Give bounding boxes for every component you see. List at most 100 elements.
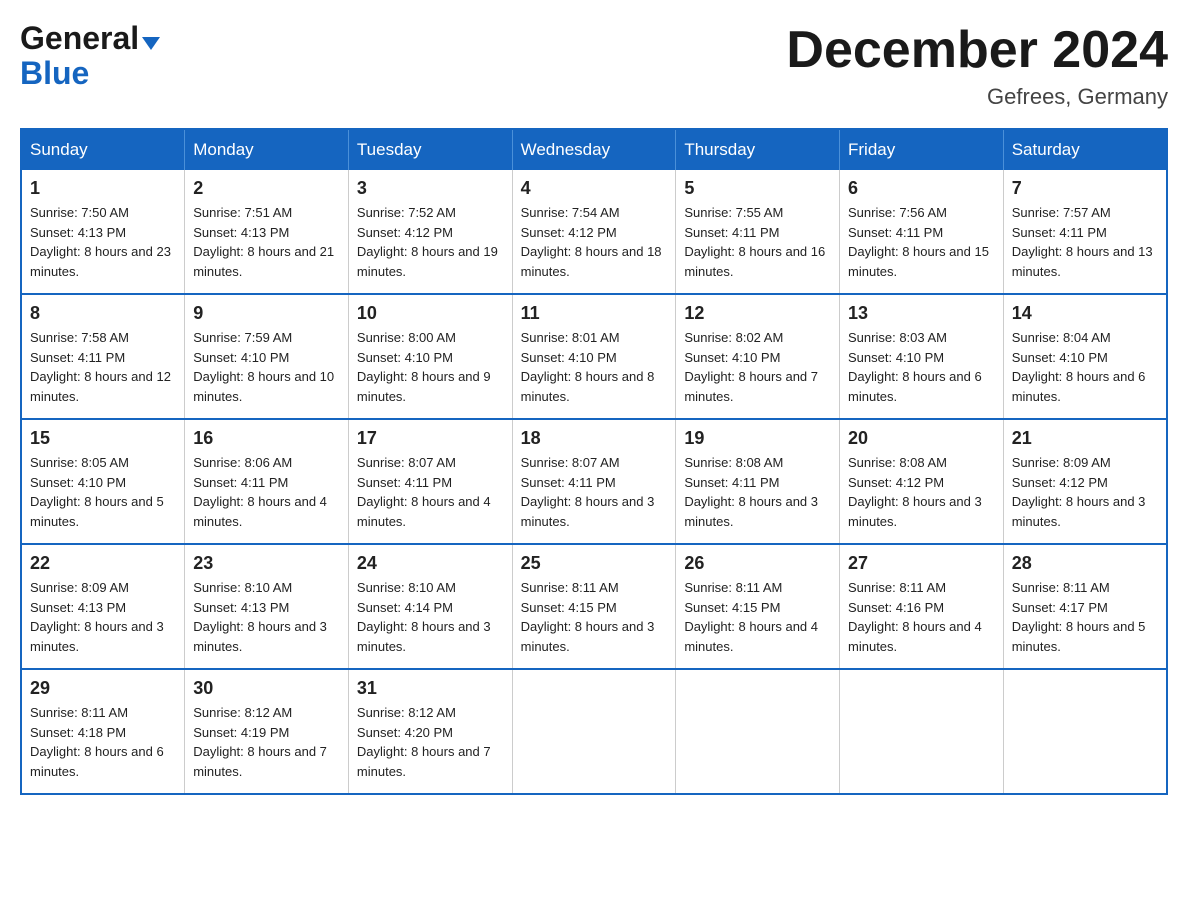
- day-info: Sunrise: 7:54 AMSunset: 4:12 PMDaylight:…: [521, 203, 668, 281]
- calendar-cell: 30Sunrise: 8:12 AMSunset: 4:19 PMDayligh…: [185, 669, 349, 794]
- day-info: Sunrise: 7:58 AMSunset: 4:11 PMDaylight:…: [30, 328, 176, 406]
- calendar-week-row: 1 Sunrise: 7:50 AMSunset: 4:13 PMDaylight…: [21, 170, 1167, 294]
- day-info: Sunrise: 8:11 AMSunset: 4:15 PMDaylight:…: [521, 578, 668, 656]
- day-number: 12: [684, 303, 831, 324]
- col-thursday: Thursday: [676, 129, 840, 170]
- day-info: Sunrise: 8:08 AMSunset: 4:11 PMDaylight:…: [684, 453, 831, 531]
- day-number: 10: [357, 303, 504, 324]
- calendar-cell: 22 Sunrise: 8:09 AMSunset: 4:13 PMDayligh…: [21, 544, 185, 669]
- calendar-cell: 15 Sunrise: 8:05 AMSunset: 4:10 PMDayligh…: [21, 419, 185, 544]
- day-number: 4: [521, 178, 668, 199]
- calendar-cell: 28 Sunrise: 8:11 AMSunset: 4:17 PMDayligh…: [1003, 544, 1167, 669]
- day-number: 3: [357, 178, 504, 199]
- title-section: December 2024 Gefrees, Germany: [786, 20, 1168, 110]
- day-info: Sunrise: 8:12 AMSunset: 4:20 PMDaylight:…: [357, 703, 504, 781]
- location-text: Gefrees, Germany: [786, 84, 1168, 110]
- calendar-cell: 7Sunrise: 7:57 AMSunset: 4:11 PMDaylight…: [1003, 170, 1167, 294]
- day-number: 22: [30, 553, 176, 574]
- day-number: 11: [521, 303, 668, 324]
- calendar-cell: 19 Sunrise: 8:08 AMSunset: 4:11 PMDayligh…: [676, 419, 840, 544]
- calendar-cell: 14 Sunrise: 8:04 AMSunset: 4:10 PMDayligh…: [1003, 294, 1167, 419]
- calendar-cell: 25 Sunrise: 8:11 AMSunset: 4:15 PMDayligh…: [512, 544, 676, 669]
- day-number: 26: [684, 553, 831, 574]
- day-info: Sunrise: 8:08 AMSunset: 4:12 PMDaylight:…: [848, 453, 995, 531]
- day-info: Sunrise: 8:00 AMSunset: 4:10 PMDaylight:…: [357, 328, 504, 406]
- col-saturday: Saturday: [1003, 129, 1167, 170]
- day-info: Sunrise: 7:50 AMSunset: 4:13 PMDaylight:…: [30, 203, 176, 281]
- col-wednesday: Wednesday: [512, 129, 676, 170]
- day-number: 28: [1012, 553, 1158, 574]
- day-number: 16: [193, 428, 340, 449]
- day-number: 6: [848, 178, 995, 199]
- day-number: 29: [30, 678, 176, 699]
- day-number: 2: [193, 178, 340, 199]
- calendar-cell: [676, 669, 840, 794]
- col-friday: Friday: [840, 129, 1004, 170]
- col-monday: Monday: [185, 129, 349, 170]
- day-info: Sunrise: 8:02 AMSunset: 4:10 PMDaylight:…: [684, 328, 831, 406]
- calendar-cell: 18 Sunrise: 8:07 AMSunset: 4:11 PMDayligh…: [512, 419, 676, 544]
- day-number: 14: [1012, 303, 1158, 324]
- day-info: Sunrise: 7:51 AMSunset: 4:13 PMDaylight:…: [193, 203, 340, 281]
- calendar-cell: 3 Sunrise: 7:52 AMSunset: 4:12 PMDaylight…: [348, 170, 512, 294]
- logo-general-text: General: [20, 20, 139, 57]
- calendar-cell: 12 Sunrise: 8:02 AMSunset: 4:10 PMDayligh…: [676, 294, 840, 419]
- calendar-cell: 13 Sunrise: 8:03 AMSunset: 4:10 PMDayligh…: [840, 294, 1004, 419]
- calendar-cell: 17Sunrise: 8:07 AMSunset: 4:11 PMDayligh…: [348, 419, 512, 544]
- day-info: Sunrise: 8:07 AMSunset: 4:11 PMDaylight:…: [521, 453, 668, 531]
- day-info: Sunrise: 8:09 AMSunset: 4:13 PMDaylight:…: [30, 578, 176, 656]
- calendar-cell: 23Sunrise: 8:10 AMSunset: 4:13 PMDayligh…: [185, 544, 349, 669]
- calendar-cell: 5 Sunrise: 7:55 AMSunset: 4:11 PMDaylight…: [676, 170, 840, 294]
- day-info: Sunrise: 8:03 AMSunset: 4:10 PMDaylight:…: [848, 328, 995, 406]
- page-header: General Blue December 2024 Gefrees, Germ…: [20, 20, 1168, 110]
- day-info: Sunrise: 8:10 AMSunset: 4:13 PMDaylight:…: [193, 578, 340, 656]
- calendar-cell: 2 Sunrise: 7:51 AMSunset: 4:13 PMDaylight…: [185, 170, 349, 294]
- day-number: 24: [357, 553, 504, 574]
- day-number: 31: [357, 678, 504, 699]
- day-info: Sunrise: 8:12 AMSunset: 4:19 PMDaylight:…: [193, 703, 340, 781]
- day-number: 25: [521, 553, 668, 574]
- calendar-cell: 16 Sunrise: 8:06 AMSunset: 4:11 PMDayligh…: [185, 419, 349, 544]
- calendar-header-row: Sunday Monday Tuesday Wednesday Thursday…: [21, 129, 1167, 170]
- logo-triangle-icon: [142, 37, 160, 50]
- day-info: Sunrise: 7:52 AMSunset: 4:12 PMDaylight:…: [357, 203, 504, 281]
- calendar-cell: 9 Sunrise: 7:59 AMSunset: 4:10 PMDaylight…: [185, 294, 349, 419]
- calendar-table: Sunday Monday Tuesday Wednesday Thursday…: [20, 128, 1168, 795]
- day-info: Sunrise: 8:09 AMSunset: 4:12 PMDaylight:…: [1012, 453, 1158, 531]
- day-info: Sunrise: 7:55 AMSunset: 4:11 PMDaylight:…: [684, 203, 831, 281]
- day-info: Sunrise: 8:06 AMSunset: 4:11 PMDaylight:…: [193, 453, 340, 531]
- calendar-cell: 29 Sunrise: 8:11 AMSunset: 4:18 PMDayligh…: [21, 669, 185, 794]
- calendar-cell: 8 Sunrise: 7:58 AMSunset: 4:11 PMDaylight…: [21, 294, 185, 419]
- day-number: 9: [193, 303, 340, 324]
- col-sunday: Sunday: [21, 129, 185, 170]
- day-info: Sunrise: 7:59 AMSunset: 4:10 PMDaylight:…: [193, 328, 340, 406]
- day-number: 15: [30, 428, 176, 449]
- day-info: Sunrise: 8:11 AMSunset: 4:18 PMDaylight:…: [30, 703, 176, 781]
- calendar-cell: 31 Sunrise: 8:12 AMSunset: 4:20 PMDayligh…: [348, 669, 512, 794]
- day-number: 8: [30, 303, 176, 324]
- day-number: 18: [521, 428, 668, 449]
- calendar-cell: 26 Sunrise: 8:11 AMSunset: 4:15 PMDayligh…: [676, 544, 840, 669]
- calendar-cell: 4 Sunrise: 7:54 AMSunset: 4:12 PMDaylight…: [512, 170, 676, 294]
- day-number: 17: [357, 428, 504, 449]
- day-info: Sunrise: 8:05 AMSunset: 4:10 PMDaylight:…: [30, 453, 176, 531]
- day-info: Sunrise: 8:11 AMSunset: 4:17 PMDaylight:…: [1012, 578, 1158, 656]
- day-number: 5: [684, 178, 831, 199]
- calendar-week-row: 15 Sunrise: 8:05 AMSunset: 4:10 PMDayligh…: [21, 419, 1167, 544]
- logo-blue-text: Blue: [20, 55, 89, 92]
- calendar-cell: 6Sunrise: 7:56 AMSunset: 4:11 PMDaylight…: [840, 170, 1004, 294]
- calendar-cell: [840, 669, 1004, 794]
- day-number: 19: [684, 428, 831, 449]
- calendar-cell: [1003, 669, 1167, 794]
- day-info: Sunrise: 8:01 AMSunset: 4:10 PMDaylight:…: [521, 328, 668, 406]
- day-number: 1: [30, 178, 176, 199]
- calendar-week-row: 29 Sunrise: 8:11 AMSunset: 4:18 PMDayligh…: [21, 669, 1167, 794]
- day-info: Sunrise: 8:10 AMSunset: 4:14 PMDaylight:…: [357, 578, 504, 656]
- calendar-week-row: 8 Sunrise: 7:58 AMSunset: 4:11 PMDaylight…: [21, 294, 1167, 419]
- day-info: Sunrise: 8:04 AMSunset: 4:10 PMDaylight:…: [1012, 328, 1158, 406]
- day-info: Sunrise: 8:11 AMSunset: 4:15 PMDaylight:…: [684, 578, 831, 656]
- day-number: 13: [848, 303, 995, 324]
- day-number: 20: [848, 428, 995, 449]
- calendar-cell: 21Sunrise: 8:09 AMSunset: 4:12 PMDayligh…: [1003, 419, 1167, 544]
- calendar-cell: 1 Sunrise: 7:50 AMSunset: 4:13 PMDaylight…: [21, 170, 185, 294]
